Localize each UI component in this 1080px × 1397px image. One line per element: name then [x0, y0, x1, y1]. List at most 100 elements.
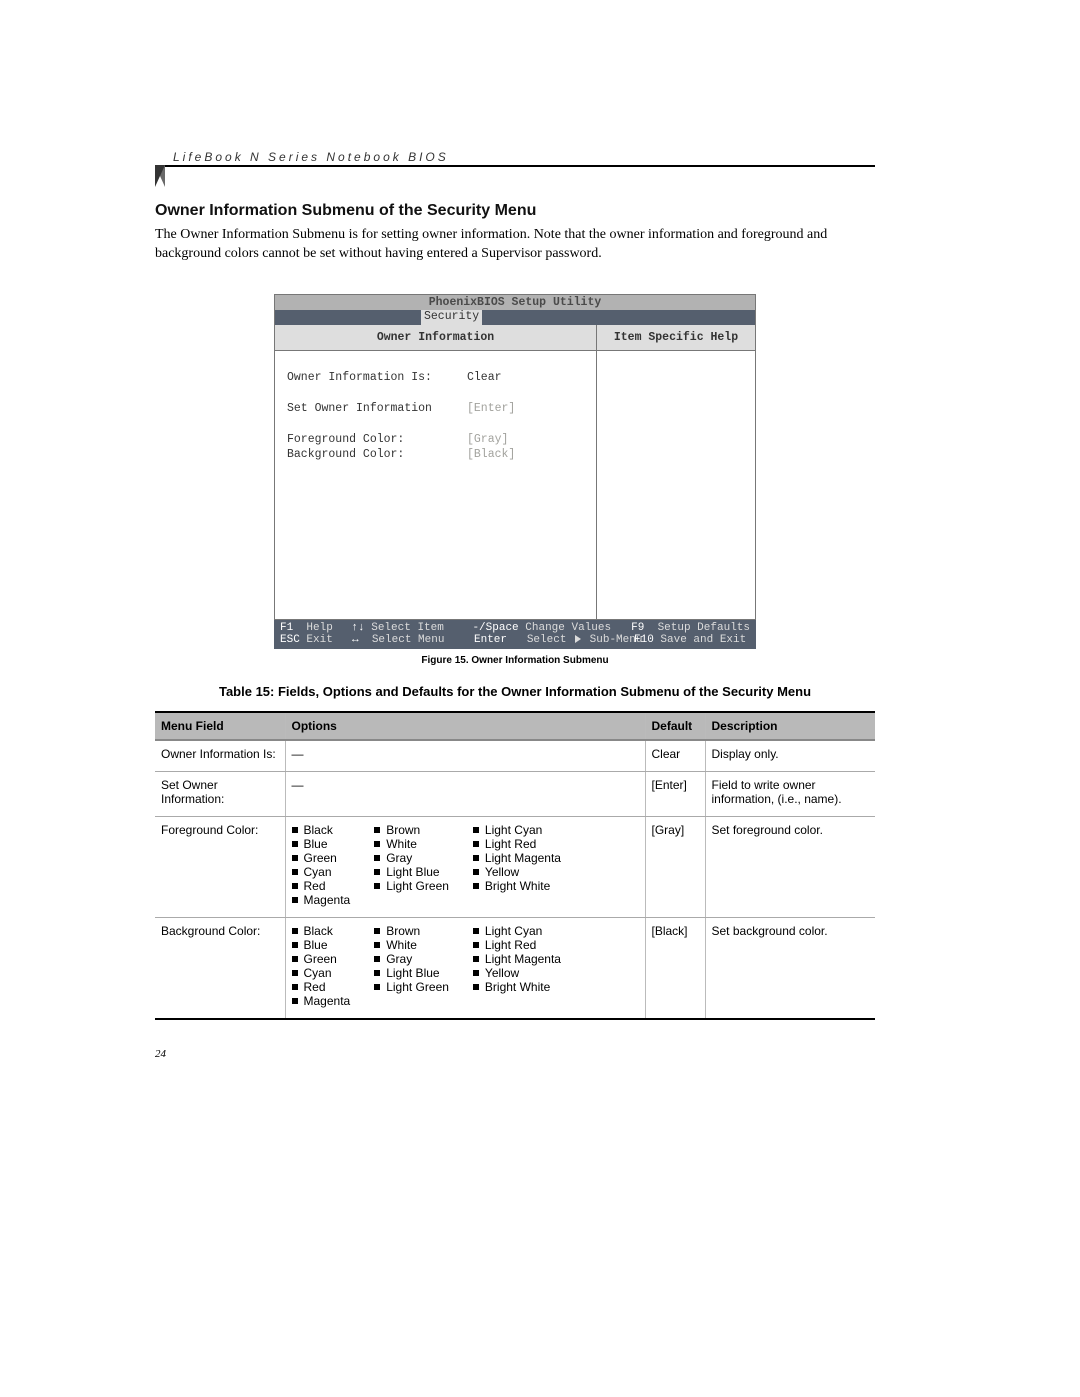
bullet-icon: [473, 855, 479, 861]
option-item: Black: [292, 823, 351, 837]
bios-tabbar: Security: [274, 310, 756, 325]
option-item: Cyan: [292, 966, 351, 980]
option-item: Light Magenta: [473, 851, 561, 865]
bios-field-row: Background Color:[Black]: [287, 448, 584, 461]
label-setup-defaults: Setup Defaults: [658, 622, 750, 634]
bullet-icon: [292, 998, 298, 1004]
bullet-icon: [473, 869, 479, 875]
bullet-icon: [292, 855, 298, 861]
bullet-icon: [473, 956, 479, 962]
page: LifeBook N Series Notebook BIOS Owner In…: [155, 165, 875, 1120]
option-item: Light Green: [374, 980, 449, 994]
bios-left-title: Owner Information: [275, 325, 596, 351]
bullet-icon: [374, 869, 380, 875]
option-item: Blue: [292, 938, 351, 952]
bios-field-label: Background Color:: [287, 448, 467, 461]
cell-menu-field: Foreground Color:: [155, 816, 285, 917]
bios-field-value: [Black]: [467, 448, 515, 461]
bullet-icon: [374, 841, 380, 847]
option-item: Red: [292, 879, 351, 893]
option-item: Magenta: [292, 893, 351, 907]
bullet-icon: [292, 841, 298, 847]
key-esc: ESC: [280, 634, 300, 646]
bios-body: Owner Information Owner Information Is:C…: [274, 325, 756, 620]
option-item: Yellow: [473, 966, 561, 980]
key-leftright: ↔: [352, 634, 359, 646]
bios-right-title: Item Specific Help: [597, 325, 755, 351]
bios-footer: F1 Help ↑↓ Select Item -/Space Change Va…: [274, 620, 756, 649]
bios-field-label: Owner Information Is:: [287, 371, 467, 384]
option-item: Magenta: [292, 994, 351, 1008]
bios-help-body: [597, 351, 755, 619]
bios-field-value: Clear: [467, 371, 502, 384]
bullet-icon: [292, 869, 298, 875]
bios-fields: Owner Information Is:ClearSet Owner Info…: [275, 351, 596, 619]
cell-default: [Enter]: [645, 771, 705, 816]
corner-flag-icon: [155, 165, 165, 187]
bios-field-value: [Gray]: [467, 433, 508, 446]
th-options: Options: [285, 712, 645, 740]
option-item: Black: [292, 924, 351, 938]
label-help: Help: [306, 622, 332, 634]
th-description: Description: [705, 712, 875, 740]
option-item: Light Red: [473, 837, 561, 851]
bios-active-tab: Security: [421, 310, 482, 325]
bullet-icon: [292, 928, 298, 934]
bios-right-panel: Item Specific Help: [597, 325, 755, 619]
label-select: Select: [527, 634, 567, 646]
option-item: Gray: [374, 952, 449, 966]
option-item: Brown: [374, 823, 449, 837]
table-caption: Table 15: Fields, Options and Defaults f…: [155, 684, 875, 699]
cell-description: Set foreground color.: [705, 816, 875, 917]
table-row: Foreground Color:BlackBlueGreenCyanRedMa…: [155, 816, 875, 917]
key-space: -/Space: [472, 622, 518, 634]
bullet-icon: [374, 984, 380, 990]
option-item: White: [374, 938, 449, 952]
key-updown: ↑↓: [351, 622, 364, 634]
label-exit: Exit: [306, 634, 332, 646]
cell-menu-field: Background Color:: [155, 917, 285, 1019]
bios-field-value: [Enter]: [467, 402, 515, 415]
cell-default: Clear: [645, 740, 705, 772]
cell-options: BlackBlueGreenCyanRedMagentaBrownWhiteGr…: [285, 816, 645, 917]
bullet-icon: [374, 928, 380, 934]
cell-options: —: [285, 740, 645, 772]
option-item: Light Green: [374, 879, 449, 893]
option-item: Light Cyan: [473, 823, 561, 837]
option-item: Light Blue: [374, 966, 449, 980]
option-item: White: [374, 837, 449, 851]
cell-default: [Gray]: [645, 816, 705, 917]
intro-paragraph: The Owner Information Submenu is for set…: [155, 226, 875, 264]
label-change-values: Change Values: [525, 622, 611, 634]
cell-menu-field: Set Owner Information:: [155, 771, 285, 816]
section-title: Owner Information Submenu of the Securit…: [155, 202, 875, 220]
bullet-icon: [473, 841, 479, 847]
cell-description: Set background color.: [705, 917, 875, 1019]
option-item: Cyan: [292, 865, 351, 879]
key-f9: F9: [631, 622, 644, 634]
label-select-menu: Select Menu: [372, 634, 445, 646]
label-select-item: Select Item: [371, 622, 444, 634]
option-item: Light Blue: [374, 865, 449, 879]
table-row: Set Owner Information:—[Enter]Field to w…: [155, 771, 875, 816]
top-rule: [155, 165, 875, 167]
option-item: Bright White: [473, 980, 561, 994]
bullet-icon: [473, 942, 479, 948]
option-item: Bright White: [473, 879, 561, 893]
bios-title: PhoenixBIOS Setup Utility: [274, 294, 756, 310]
bios-screenshot: PhoenixBIOS Setup Utility Security Owner…: [274, 294, 756, 649]
option-item: Light Red: [473, 938, 561, 952]
bios-field-row: Foreground Color:[Gray]: [287, 433, 584, 446]
bios-field-label: Foreground Color:: [287, 433, 467, 446]
table-row: Background Color:BlackBlueGreenCyanRedMa…: [155, 917, 875, 1019]
option-item: Gray: [374, 851, 449, 865]
bullet-icon: [374, 855, 380, 861]
page-number: 24: [155, 1048, 875, 1060]
bullet-icon: [473, 984, 479, 990]
cell-default: [Black]: [645, 917, 705, 1019]
bullet-icon: [374, 883, 380, 889]
bullet-icon: [374, 956, 380, 962]
option-item: Blue: [292, 837, 351, 851]
key-f10: F10: [634, 634, 654, 646]
bullet-icon: [473, 827, 479, 833]
